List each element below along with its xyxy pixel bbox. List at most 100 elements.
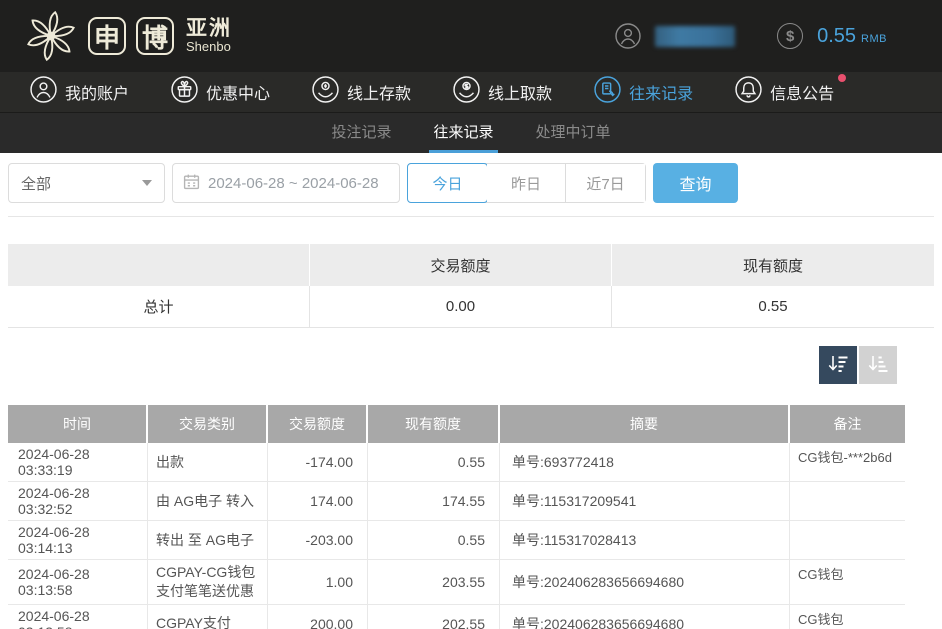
cell-remark [790, 521, 905, 559]
summary-header-empty [8, 244, 310, 286]
transaction-records-icon [594, 76, 621, 108]
cell-amount: 174.00 [268, 482, 368, 520]
type-select-value: 全部 [21, 173, 51, 194]
withdraw-icon [453, 76, 480, 108]
cell-balance: 202.55 [368, 605, 500, 629]
money-icon: $ [777, 23, 803, 49]
username-redacted[interactable] [655, 26, 735, 47]
tab-transaction-records[interactable]: 往来记录 [429, 113, 497, 153]
cell-balance: 174.55 [368, 482, 500, 520]
summary-total-amount: 0.00 [310, 286, 612, 327]
nav-label: 线上取款 [488, 80, 552, 104]
sort-controls [8, 346, 897, 384]
nav-item-withdraw[interactable]: 线上取款 [453, 76, 552, 108]
nav-item-transaction-records[interactable]: 往来记录 [594, 76, 693, 108]
col-header-time: 时间 [8, 405, 148, 443]
tab-pending-orders[interactable]: 处理中订单 [532, 113, 615, 153]
cell-time: 2024-06-28 03:13:58 [8, 605, 148, 629]
date-range-value: 2024-06-28 ~ 2024-06-28 [208, 175, 379, 192]
cell-summary: 单号:202406283656694680 [500, 605, 790, 629]
nav-item-deposit[interactable]: 线上存款 [312, 76, 411, 108]
cell-remark: CG钱包 [790, 605, 905, 629]
notification-badge [838, 74, 846, 82]
quick-date-group: 今日 昨日 近7日 [407, 163, 646, 203]
main-nav: 我的账户 优惠中心 线上存款 [0, 72, 942, 113]
brand-char-bo: 博 [136, 17, 174, 55]
nav-label: 往来记录 [629, 80, 693, 104]
nav-label: 线上存款 [347, 80, 411, 104]
cell-type: 由 AG电子 转入 [148, 482, 268, 520]
cell-summary: 单号:115317209541 [500, 482, 790, 520]
table-row: 2024-06-28 03:32:52 由 AG电子 转入 174.00 174… [8, 482, 905, 521]
flower-logo-icon [24, 9, 78, 63]
nav-label: 我的账户 [65, 80, 129, 104]
cell-amount: 200.00 [268, 605, 368, 629]
nav-item-announcements[interactable]: 信息公告 [735, 76, 834, 108]
filter-bar: 全部 2024-06-28 ~ 2024-06-28 今日 昨日 近7日 查询 [8, 163, 934, 203]
type-select[interactable]: 全部 [8, 163, 165, 203]
records-header-row: 时间 交易类别 交易额度 现有额度 摘要 备注 [8, 405, 905, 443]
cell-time: 2024-06-28 03:13:58 [8, 560, 148, 604]
gift-icon [171, 76, 198, 108]
cell-balance: 203.55 [368, 560, 500, 604]
summary-header-amount: 交易额度 [310, 244, 612, 286]
sort-descending-button[interactable] [819, 346, 857, 384]
cell-type: CGPAY支付 [148, 605, 268, 629]
date-range-input[interactable]: 2024-06-28 ~ 2024-06-28 [172, 163, 400, 203]
summary-total-label: 总计 [8, 286, 310, 327]
sort-ascending-icon [867, 353, 889, 378]
balance-currency: RMB [861, 33, 887, 45]
cell-amount: 1.00 [268, 560, 368, 604]
summary-header-row: 交易额度 现有额度 [8, 244, 934, 286]
cell-remark [790, 482, 905, 520]
summary-total-balance: 0.55 [612, 286, 934, 327]
col-header-remark: 备注 [790, 405, 905, 443]
top-header: 申 博 亚洲 Shenbo $ 0.55 RMB [0, 0, 942, 72]
cell-balance: 0.55 [368, 443, 500, 481]
sort-ascending-button[interactable] [859, 346, 897, 384]
last7days-button[interactable]: 近7日 [566, 164, 645, 202]
user-icon [30, 76, 57, 108]
cell-amount: -174.00 [268, 443, 368, 481]
table-row: 2024-06-28 03:13:58 CGPAY-CG钱包支付笔笔送优惠 1.… [8, 560, 905, 605]
user-avatar-icon[interactable] [615, 23, 641, 49]
summary-table: 交易额度 现有额度 总计 0.00 0.55 [8, 244, 934, 328]
cell-type: CGPAY-CG钱包支付笔笔送优惠 [148, 560, 268, 604]
cell-type: 转出 至 AG电子 [148, 521, 268, 559]
balance-amount: 0.55 [817, 25, 856, 48]
table-row: 2024-06-28 03:14:13 转出 至 AG电子 -203.00 0.… [8, 521, 905, 560]
summary-total-row: 总计 0.00 0.55 [8, 286, 934, 328]
sort-descending-icon [827, 353, 849, 378]
col-header-type: 交易类别 [148, 405, 268, 443]
balance-display[interactable]: 0.55 RMB [817, 25, 887, 48]
nav-item-my-account[interactable]: 我的账户 [30, 76, 129, 108]
cell-summary: 单号:693772418 [500, 443, 790, 481]
nav-label: 优惠中心 [206, 80, 270, 104]
col-header-balance: 现有额度 [368, 405, 500, 443]
tab-betting-records[interactable]: 投注记录 [327, 113, 395, 153]
cell-summary: 单号:115317028413 [500, 521, 790, 559]
nav-label: 信息公告 [770, 80, 834, 104]
cell-amount: -203.00 [268, 521, 368, 559]
cell-time: 2024-06-28 03:14:13 [8, 521, 148, 559]
summary-header-balance: 现有额度 [612, 244, 934, 286]
cell-balance: 0.55 [368, 521, 500, 559]
deposit-icon [312, 76, 339, 108]
table-row: 2024-06-28 03:13:58 CGPAY支付 200.00 202.5… [8, 605, 905, 629]
cell-type: 出款 [148, 443, 268, 481]
section-divider [8, 216, 934, 217]
calendar-icon [183, 173, 200, 194]
cell-remark: CG钱包-***2b6d [790, 443, 905, 481]
table-row: 2024-06-28 03:33:19 出款 -174.00 0.55 单号:6… [8, 443, 905, 482]
chevron-down-icon [142, 180, 152, 186]
brand-subtitle: Shenbo [186, 40, 232, 54]
record-subtabs: 投注记录 往来记录 处理中订单 [0, 113, 942, 153]
brand-logo[interactable]: 申 博 亚洲 Shenbo [24, 9, 232, 63]
col-header-amount: 交易额度 [268, 405, 368, 443]
search-button[interactable]: 查询 [653, 163, 738, 203]
brand-region: 亚洲 [186, 18, 232, 40]
cell-remark: CG钱包 [790, 560, 905, 604]
today-button[interactable]: 今日 [407, 163, 488, 203]
nav-item-promotions[interactable]: 优惠中心 [171, 76, 270, 108]
yesterday-button[interactable]: 昨日 [487, 164, 566, 202]
